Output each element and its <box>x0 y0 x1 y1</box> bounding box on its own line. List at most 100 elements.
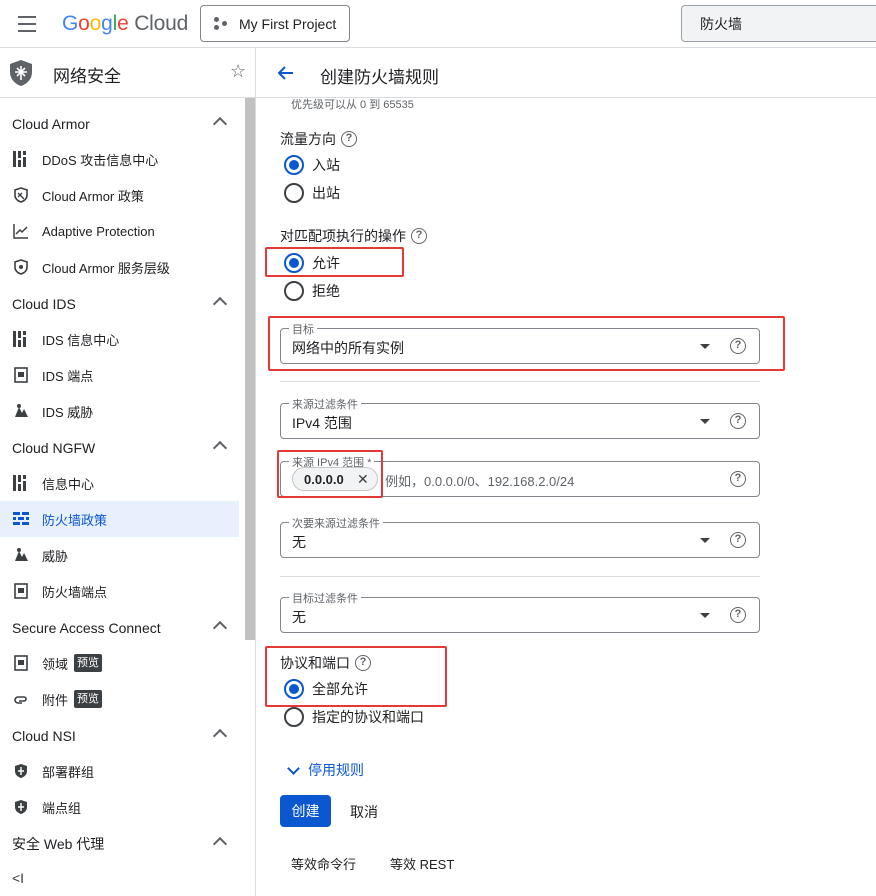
dropdown-caret-icon[interactable] <box>700 613 710 618</box>
sidebar-item-firewall-endpoint[interactable]: 防火墙端点 <box>0 573 239 609</box>
action-allow-radio[interactable]: 允许 <box>284 253 340 273</box>
sidebar-scrollbar[interactable] <box>245 98 255 640</box>
help-icon[interactable]: ? <box>730 338 746 354</box>
radio-unchecked-icon[interactable] <box>284 183 304 203</box>
section-cloud-ids[interactable]: Cloud IDS <box>0 286 240 322</box>
create-button[interactable]: 创建 <box>280 795 331 827</box>
action-deny-radio[interactable]: 拒绝 <box>284 281 340 301</box>
source-filter-select[interactable]: 来源过滤条件 IPv4 范围 ? <box>280 396 760 439</box>
search-input[interactable]: 防火墙 <box>681 5 876 42</box>
close-icon[interactable]: ✕ <box>357 471 369 488</box>
equivalent-rest-link[interactable]: 等效 REST <box>390 854 454 873</box>
sidebar-item-ddos[interactable]: DDoS 攻击信息中心 <box>0 141 239 177</box>
project-picker-button[interactable]: My First Project <box>200 5 350 42</box>
cancel-button[interactable]: 取消 <box>350 802 378 822</box>
radio-unchecked-icon[interactable] <box>284 707 304 727</box>
sidebar-item-label: 领域 <box>42 656 69 672</box>
help-icon[interactable]: ? <box>355 655 371 671</box>
ipv4-placeholder: 例如，0.0.0.0/0、192.168.2.0/24 <box>385 474 575 489</box>
radio-label: 全部允许 <box>312 681 368 697</box>
sidebar-item-ngfw-threat[interactable]: 威胁 <box>0 537 239 573</box>
section-secure-access[interactable]: Secure Access Connect <box>0 610 240 646</box>
endpoint-icon <box>14 583 28 599</box>
chevron-up-icon[interactable] <box>212 728 228 744</box>
equivalent-command-line-link[interactable]: 等效命令行 <box>291 854 356 873</box>
field-label: 来源过滤条件 <box>289 396 361 412</box>
field-value: 网络中的所有实例 <box>292 340 404 356</box>
sidebar-item-label: IDS 信息中心 <box>42 332 120 348</box>
section-cloud-nsi[interactable]: Cloud NSI <box>0 718 240 754</box>
disable-rules-toggle[interactable]: 停用规则 <box>285 760 364 780</box>
threat-icon <box>15 548 28 561</box>
sidebar-item-attachment[interactable]: 附件 预览 <box>0 681 239 717</box>
help-icon[interactable]: ? <box>411 228 427 244</box>
protocols-specified-radio[interactable]: 指定的协议和端口 <box>284 707 424 727</box>
logo-letter: o <box>78 12 90 35</box>
radio-label: 入站 <box>312 157 340 173</box>
google-cloud-logo[interactable]: Google Cloud <box>62 12 188 36</box>
sidebar-title: 网络安全 <box>53 67 121 86</box>
section-label: 安全 Web 代理 <box>12 836 105 852</box>
sidebar-item-label: IDS 威胁 <box>42 404 94 420</box>
sidebar-item-realm[interactable]: 领域 预览 <box>0 645 239 681</box>
logo-letter: g <box>101 12 113 35</box>
target-filter-select[interactable]: 目标过滤条件 无 ? <box>280 590 760 633</box>
logo-letter: o <box>89 12 102 35</box>
menu-icon[interactable] <box>16 14 38 34</box>
direction-egress-radio[interactable]: 出站 <box>284 183 340 203</box>
target-select[interactable]: 目标 网络中的所有实例 ? <box>280 321 760 364</box>
endpoint-icon <box>14 655 28 671</box>
ip-range-chip[interactable]: 0.0.0.0 ✕ <box>292 467 378 491</box>
chevron-up-icon[interactable] <box>212 836 228 852</box>
sidebar-item-firewall-policy[interactable]: 防火墙政策 <box>0 501 239 537</box>
dropdown-caret-icon[interactable] <box>700 538 710 543</box>
help-icon[interactable]: ? <box>730 413 746 429</box>
sidebar-item-ids-dashboard[interactable]: IDS 信息中心 <box>0 321 239 357</box>
protocols-allow-all-radio[interactable]: 全部允许 <box>284 679 368 699</box>
section-secure-web-proxy[interactable]: 安全 Web 代理 <box>0 826 240 862</box>
field-value: 无 <box>292 534 306 550</box>
sidebar-item-armor-tier[interactable]: Cloud Armor 服务层级 <box>0 249 239 285</box>
radio-checked-icon[interactable] <box>284 679 304 699</box>
field-label: 目标 <box>289 321 317 337</box>
sidebar-item-ngfw-dashboard[interactable]: 信息中心 <box>0 465 239 501</box>
radio-label: 拒绝 <box>312 283 340 299</box>
help-icon[interactable]: ? <box>730 607 746 623</box>
chevron-up-icon[interactable] <box>212 440 228 456</box>
help-icon[interactable]: ? <box>730 471 746 487</box>
preview-badge: 预览 <box>74 690 103 708</box>
star-icon[interactable]: ☆ <box>230 62 246 80</box>
sidebar-item-endpoint-group[interactable]: 端点组 <box>0 789 239 825</box>
sidebar-item-armor-policy[interactable]: Cloud Armor 政策 <box>0 177 239 213</box>
direction-ingress-radio[interactable]: 入站 <box>284 155 340 175</box>
help-icon[interactable]: ? <box>341 131 357 147</box>
dropdown-caret-icon[interactable] <box>700 419 710 424</box>
help-icon[interactable]: ? <box>730 532 746 548</box>
sidebar-item-ids-threat[interactable]: IDS 威胁 <box>0 393 239 429</box>
sidebar-item-ids-endpoint[interactable]: IDS 端点 <box>0 357 239 393</box>
sidebar-item-label: IDS 端点 <box>42 368 94 384</box>
section-cloud-armor[interactable]: Cloud Armor <box>0 106 240 142</box>
radio-unchecked-icon[interactable] <box>284 281 304 301</box>
radio-checked-icon[interactable] <box>284 253 304 273</box>
sidebar-item-label: 信息中心 <box>42 476 95 492</box>
chevron-up-icon[interactable] <box>212 116 228 132</box>
chevron-up-icon[interactable] <box>212 296 228 312</box>
dropdown-caret-icon[interactable] <box>700 344 710 349</box>
disable-rules-label: 停用规则 <box>308 762 364 778</box>
sidebar-header: 网络安全 ☆ <box>0 48 255 98</box>
collapse-sidebar-icon[interactable]: <I <box>12 870 24 886</box>
secondary-filter-select[interactable]: 次要来源过滤条件 无 ? <box>280 515 760 558</box>
shield-tier-icon <box>14 259 28 275</box>
dashboard-icon <box>13 151 26 167</box>
sidebar-item-deployment-group[interactable]: 部署群组 <box>0 753 239 789</box>
shield-policy-icon <box>14 187 28 203</box>
back-arrow-icon[interactable] <box>276 64 294 82</box>
radio-checked-icon[interactable] <box>284 155 304 175</box>
sidebar-item-adaptive[interactable]: Adaptive Protection <box>0 213 239 249</box>
page-title: 创建防火墙规则 <box>320 68 439 87</box>
chevron-up-icon[interactable] <box>212 620 228 636</box>
threat-icon <box>15 404 28 417</box>
section-cloud-ngfw[interactable]: Cloud NGFW <box>0 430 240 466</box>
section-label: Cloud IDS <box>12 296 76 312</box>
